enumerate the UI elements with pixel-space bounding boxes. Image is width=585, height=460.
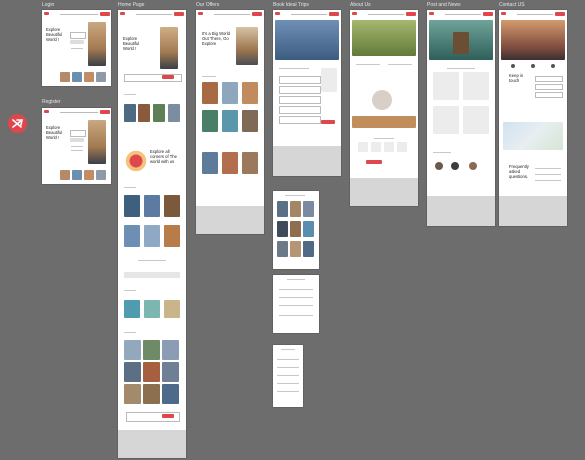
register-frame[interactable]: Explore Beautiful World !	[42, 108, 111, 184]
home-about-text: Explore all corners of The world with us	[150, 149, 177, 164]
traveler-photo	[88, 22, 106, 66]
list-card[interactable]	[273, 345, 303, 407]
home-hero-text: Explore Beautiful World !	[123, 36, 140, 51]
frame-title-home: Home Page	[118, 2, 145, 8]
home-frame[interactable]: Explore Beautiful World ! Explore all co…	[118, 10, 186, 458]
offers-frame[interactable]: It's a Big World Out There, Go Explore	[196, 10, 264, 234]
contact-faq-title: Frequently asked questions.	[509, 164, 529, 179]
frame-title-about: About Us	[350, 2, 371, 8]
contact-keep-in-touch: Keep in touch	[509, 73, 524, 83]
frame-title-book: Book Ideal Trips	[273, 2, 309, 8]
location-map[interactable]	[503, 122, 563, 150]
post-frame[interactable]	[427, 10, 495, 226]
frame-title-login: Login	[42, 2, 55, 8]
settings-card[interactable]	[273, 275, 319, 333]
frame-title-register: Register	[42, 99, 61, 105]
book-frame[interactable]	[273, 10, 341, 176]
login-frame[interactable]: Explore Beautiful World !	[42, 10, 111, 86]
frame-title-contact: Contact US	[499, 2, 525, 8]
airplane-icon	[12, 119, 23, 128]
frame-title-post: Post and News	[427, 2, 461, 8]
contact-frame[interactable]: Keep in touch Frequently asked questions…	[499, 10, 567, 226]
traveler-photo	[88, 120, 106, 164]
about-frame[interactable]	[350, 10, 418, 206]
gallery-card[interactable]	[273, 191, 319, 269]
app-logo-icon	[8, 114, 27, 133]
offers-hero-text: It's a Big World Out There, Go Explore	[202, 31, 230, 46]
frame-title-offers: Our Offers	[196, 2, 220, 8]
sign-up-button[interactable]	[70, 138, 84, 142]
sign-in-button[interactable]	[70, 40, 84, 44]
